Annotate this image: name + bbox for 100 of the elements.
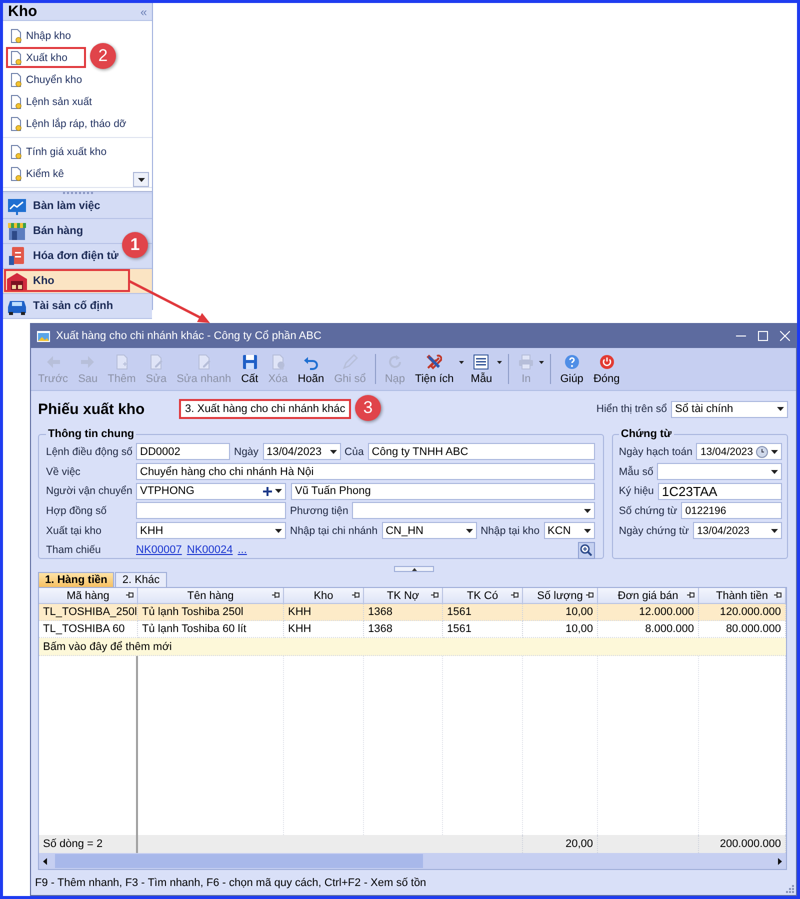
module-tab[interactable]: Bàn làm việc — [3, 194, 152, 219]
document-icon — [10, 50, 22, 64]
dropdown-field[interactable]: CN_HN — [382, 522, 477, 540]
pin-icon — [431, 592, 439, 598]
table-cell: 1561 — [443, 604, 523, 621]
menu-item[interactable]: Tính giá xuất kho — [6, 141, 113, 162]
document-pen-icon — [196, 354, 212, 370]
toolbar-button[interactable]: Hoãn — [292, 349, 330, 389]
tools-icon — [426, 354, 442, 370]
input-field[interactable] — [136, 502, 286, 520]
toolbar-button[interactable]: Tiện ích — [410, 349, 466, 389]
document-icon — [10, 28, 22, 42]
scroll-down-button[interactable] — [133, 172, 149, 187]
caret-icon — [275, 489, 282, 494]
table-cell: KHH — [284, 604, 364, 621]
group-title: Thông tin chung — [47, 428, 136, 440]
pin-icon — [687, 592, 695, 598]
caret-icon — [275, 528, 282, 533]
pin-icon — [511, 592, 519, 598]
document-icon — [10, 166, 22, 180]
menu-item[interactable]: Lệnh sản xuất — [6, 91, 98, 112]
scroll-left-icon — [43, 858, 47, 864]
help-icon — [564, 354, 580, 370]
chart-icon — [7, 197, 27, 215]
table-cell: TL_TOSHIBA_250l — [39, 604, 138, 621]
maximize-icon[interactable] — [758, 331, 768, 341]
dropdown-field[interactable]: KCN — [544, 522, 595, 540]
field-label: Hợp đồng số — [46, 504, 108, 517]
caret-icon — [497, 361, 502, 364]
caret-icon — [771, 450, 778, 454]
document-icon — [10, 116, 22, 130]
add-row-hint[interactable]: Bấm vào đây để thêm mới — [39, 638, 786, 656]
input-field[interactable]: Vũ Tuấn Phong — [291, 482, 595, 500]
table-cell: 12.000.000 — [598, 604, 699, 621]
document-icon — [10, 94, 22, 108]
reference-link[interactable]: ... — [238, 544, 247, 556]
power-icon — [598, 354, 615, 370]
collapse-handle[interactable] — [394, 566, 434, 572]
table-cell: 120.000.000 — [699, 604, 786, 621]
input-field[interactable]: 0122196 — [681, 502, 782, 520]
window-title: Xuất hàng cho chi nhánh khác - Công ty Cổ phần ABC — [56, 330, 322, 342]
zoom-button[interactable] — [578, 542, 595, 559]
input-field[interactable]: DD0002 — [136, 443, 230, 460]
toolbar-button[interactable]: Giúp — [555, 349, 588, 389]
dropdown-field[interactable] — [352, 502, 595, 520]
field-label: Phương tiện — [290, 504, 348, 517]
refresh-icon — [386, 354, 403, 370]
horizontal-scrollbar[interactable] — [39, 853, 786, 869]
menu-item[interactable]: Chuyển kho — [6, 69, 88, 90]
menu-item[interactable]: Kiểm kê — [6, 163, 70, 184]
field-label: Lệnh điều động số — [46, 446, 132, 458]
dropdown-field[interactable] — [657, 463, 782, 480]
resize-grip-icon — [786, 885, 794, 893]
shop-icon — [7, 222, 27, 240]
menu-item[interactable]: Lệnh lắp ráp, tháo dỡ — [6, 113, 132, 134]
clock-icon — [756, 446, 768, 458]
table-row[interactable]: TL_TOSHIBA_250l Tủ lạnh Toshiba 250l KHH 1368 1561 10,00 12.000.000 120.000.000 — [39, 604, 786, 621]
field-label: Nhập tại chi nhánh — [290, 524, 378, 537]
module-tab[interactable]: Tài sản cố định — [3, 294, 152, 319]
dropdown-field[interactable]: VTPHONG — [136, 482, 286, 500]
caret-icon — [771, 528, 778, 533]
close-icon[interactable] — [780, 331, 790, 341]
plus-icon[interactable] — [263, 486, 272, 496]
group-title: Chứng từ — [620, 428, 673, 440]
caret-icon — [777, 407, 784, 411]
dropdown-field[interactable]: 13/04/2023 — [692, 522, 782, 540]
scroll-right-icon — [778, 858, 782, 864]
callout-badge: 3 — [355, 395, 381, 421]
toolbar-button[interactable]: Cất — [236, 349, 264, 389]
table-cell: 10,00 — [523, 604, 598, 621]
menu-item[interactable]: Nhập kho — [6, 25, 77, 46]
dropdown-field[interactable]: 13/04/2023 — [262, 443, 341, 460]
caret-icon — [539, 361, 544, 364]
caret-icon — [584, 508, 591, 513]
toolbar-button[interactable]: Mẫu — [466, 349, 504, 389]
tab[interactable]: 1. Hàng tiền — [38, 572, 114, 587]
table-cell: Tủ lạnh Toshiba 250l — [138, 604, 284, 621]
dropdown-field[interactable]: Sổ tài chính — [671, 400, 788, 418]
template-icon — [473, 354, 490, 370]
toolbar-button[interactable]: Đóng — [588, 349, 625, 389]
invoice-icon — [7, 247, 27, 265]
field-label: Ngày chứng từ — [618, 524, 689, 537]
input-field[interactable]: 1C23TAA — [658, 482, 782, 500]
warehouse-icon — [7, 272, 27, 290]
input-field[interactable]: Chuyển hàng cho chi nhánh Hà Nội — [136, 463, 595, 480]
form-title: Phiếu xuất kho — [38, 400, 146, 418]
tab[interactable]: 2. Khác — [115, 572, 167, 587]
document-icon — [10, 72, 22, 86]
pin-icon — [352, 592, 360, 598]
reference-link[interactable]: NK00007 — [136, 544, 182, 556]
pencil-icon — [342, 354, 358, 370]
document-icon — [10, 144, 22, 158]
input-field[interactable]: Công ty TNHH ABC — [368, 443, 595, 460]
table-cell: 1368 — [364, 604, 443, 621]
dropdown-field[interactable]: KHH — [136, 522, 286, 540]
document-pen-icon — [148, 354, 164, 370]
field-label: Về việc — [46, 466, 82, 478]
reference-link[interactable]: NK00024 — [186, 544, 233, 556]
dropdown-field[interactable]: 13/04/2023 — [696, 443, 782, 460]
panel-title: Kho — [8, 3, 38, 20]
